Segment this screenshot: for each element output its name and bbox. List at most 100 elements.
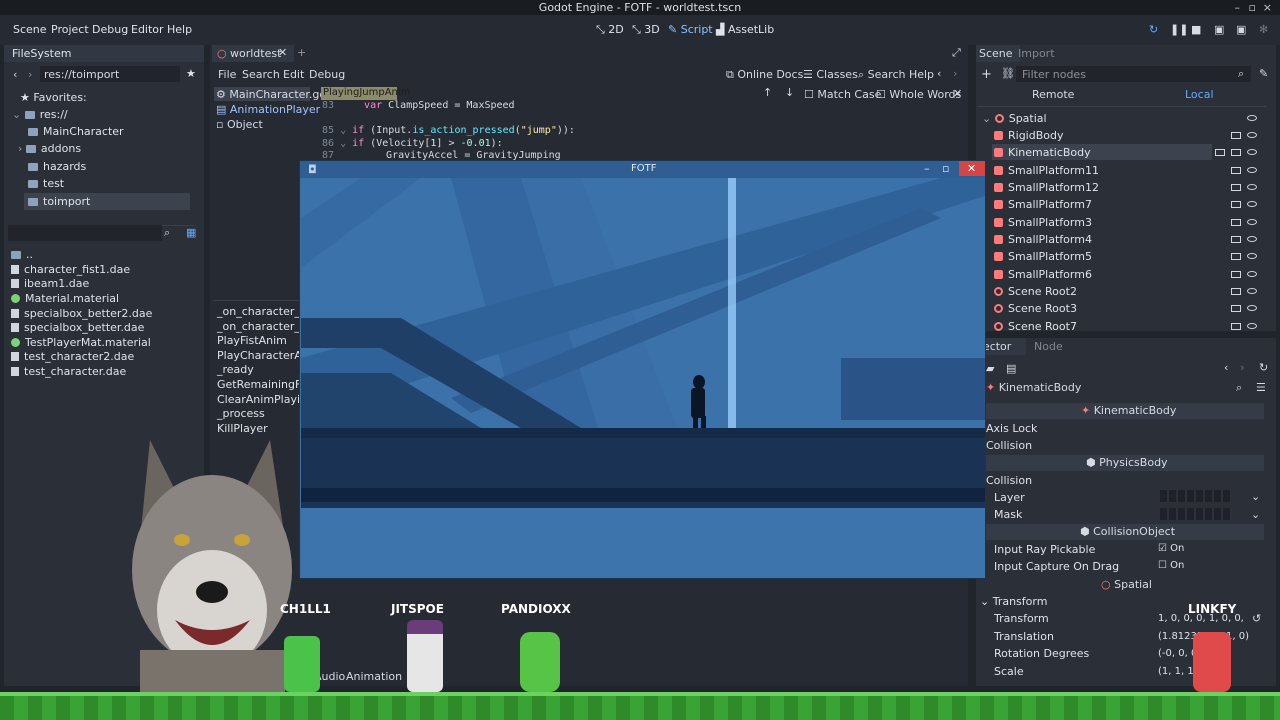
find-prev-icon[interactable]: ↑ xyxy=(763,86,772,99)
visibility-eye-icon[interactable] xyxy=(1247,149,1257,155)
tree-node[interactable]: SmallPlatform5 xyxy=(994,250,1092,263)
group-icon[interactable] xyxy=(1231,305,1241,312)
collision-group[interactable]: Collision xyxy=(986,439,1032,452)
tab-node[interactable]: Node xyxy=(1034,340,1063,353)
menu-debug[interactable]: Debug xyxy=(92,23,128,36)
group-icon[interactable] xyxy=(1231,132,1241,139)
favorites-item[interactable]: ★ Favorites: xyxy=(20,91,87,104)
workspace-2d-button[interactable]: ⤡ 2D xyxy=(596,23,624,37)
list-item[interactable]: character_fist1.dae xyxy=(11,263,130,276)
find-next-icon[interactable]: ↓ xyxy=(785,86,794,99)
search-input[interactable]: PlayingJumpAnim xyxy=(321,87,410,100)
favorite-star-icon[interactable]: ★ xyxy=(186,67,196,80)
forward-icon[interactable]: › xyxy=(28,68,32,81)
script-list-item[interactable]: ▫ Object xyxy=(216,118,263,131)
visibility-eye-icon[interactable] xyxy=(1247,184,1257,190)
script-menu-file[interactable]: File xyxy=(218,68,236,81)
group-icon[interactable] xyxy=(1215,149,1225,156)
next-script-icon[interactable]: › xyxy=(953,67,957,80)
minimize-icon[interactable]: – xyxy=(924,162,930,175)
group-icon[interactable] xyxy=(1231,219,1241,226)
pause-icon[interactable]: ❚❚ xyxy=(1170,23,1188,36)
add-node-icon[interactable]: + xyxy=(981,67,992,82)
search-icon[interactable]: ⌕ xyxy=(1236,381,1242,395)
close-tab-icon[interactable]: ✕ xyxy=(278,46,287,59)
list-item[interactable]: .. xyxy=(11,248,33,261)
match-case-checkbox[interactable]: ☐ Match Case xyxy=(804,88,881,101)
folder-item[interactable]: test xyxy=(28,177,64,190)
group-icon[interactable] xyxy=(1231,167,1241,174)
chevron-down-icon[interactable]: ⌄ xyxy=(1251,508,1260,521)
file-filter-input[interactable] xyxy=(8,225,162,241)
menu-editor[interactable]: Editor xyxy=(131,23,164,36)
close-window-icon[interactable]: × xyxy=(1263,0,1272,15)
list-item[interactable]: specialbox_better2.dae xyxy=(11,307,152,320)
group-icon[interactable] xyxy=(1231,323,1241,330)
axis-lock-group[interactable]: Axis Lock xyxy=(986,422,1037,435)
res-root-item[interactable]: ⌄ res:// xyxy=(12,108,68,121)
tree-node[interactable]: SmallPlatform12 xyxy=(994,181,1099,194)
tree-node[interactable]: Scene Root7 xyxy=(994,320,1077,333)
tree-node[interactable]: Scene Root2 xyxy=(994,285,1077,298)
tree-node[interactable]: SmallPlatform4 xyxy=(994,233,1092,246)
group-icon[interactable] xyxy=(1231,236,1241,243)
script-menu-edit[interactable]: Edit xyxy=(283,68,304,81)
stop-icon[interactable]: ■ xyxy=(1191,23,1201,36)
list-item[interactable]: specialbox_better.dae xyxy=(11,321,144,334)
folder-item[interactable]: hazards xyxy=(28,160,86,173)
remote-button[interactable]: Remote xyxy=(1032,88,1074,101)
open-resource-icon[interactable]: ▰ xyxy=(986,362,994,375)
visibility-eye-icon[interactable] xyxy=(1247,201,1257,207)
workspace-script-button[interactable]: ✎ Script xyxy=(668,23,713,36)
capture-drag-checkbox[interactable]: ☐ On xyxy=(1158,560,1184,571)
list-item[interactable]: Material.material xyxy=(11,292,119,305)
list-item[interactable]: test_character2.dae xyxy=(11,350,134,363)
grid-view-icon[interactable]: ▦ xyxy=(186,226,196,239)
script-list-item[interactable]: ▤ AnimationPlayer xyxy=(216,103,320,116)
minimize-icon[interactable]: – xyxy=(1235,0,1241,15)
tree-node[interactable]: SmallPlatform3 xyxy=(994,216,1092,229)
list-item[interactable]: ibeam1.dae xyxy=(11,277,89,290)
play-scene-icon[interactable]: ▣ xyxy=(1214,23,1224,36)
group-icon[interactable] xyxy=(1231,271,1241,278)
list-item[interactable]: test_character.dae xyxy=(11,365,126,378)
settings-sliders-icon[interactable]: ☰ xyxy=(1256,381,1266,394)
close-button[interactable]: ✕ xyxy=(959,161,985,176)
visibility-eye-icon[interactable] xyxy=(1247,115,1257,121)
whole-words-checkbox[interactable]: ☐ Whole Words xyxy=(876,88,961,101)
folder-item-selected[interactable]: toimport xyxy=(28,195,90,208)
visibility-eye-icon[interactable] xyxy=(1247,323,1257,329)
chevron-down-icon[interactable]: ⌄ xyxy=(1251,490,1260,503)
folder-item[interactable]: MainCharacter xyxy=(28,125,124,138)
folder-item[interactable]: › addons xyxy=(18,142,81,155)
method-list-item[interactable]: PlayFistAnim xyxy=(217,334,287,347)
script-menu-search[interactable]: Search xyxy=(242,68,280,81)
collision-group[interactable]: Collision xyxy=(986,474,1032,487)
visibility-eye-icon[interactable] xyxy=(1247,219,1257,225)
script-attach-icon[interactable]: ✎ xyxy=(1259,67,1268,80)
group-icon[interactable] xyxy=(1231,288,1241,295)
game-window[interactable]: ◘ FOTF – ▫ ✕ xyxy=(299,160,986,579)
visibility-eye-icon[interactable] xyxy=(1247,167,1257,173)
workspace-3d-button[interactable]: ⤡ 3D xyxy=(632,23,660,37)
visibility-eye-icon[interactable] xyxy=(1247,132,1257,138)
menu-scene[interactable]: Scene xyxy=(13,23,47,36)
menu-project[interactable]: Project xyxy=(51,23,89,36)
online-docs-link[interactable]: ⧉ Online Docs xyxy=(726,68,803,82)
path-field[interactable]: res://toimport xyxy=(44,68,119,81)
local-button[interactable]: Local xyxy=(1185,88,1214,101)
save-resource-icon[interactable]: ▤ xyxy=(1006,362,1016,375)
reset-icon[interactable]: ↺ xyxy=(1252,612,1261,625)
visibility-eye-icon[interactable] xyxy=(1247,288,1257,294)
visibility-eye-icon[interactable] xyxy=(1247,236,1257,242)
ray-pickable-checkbox[interactable]: ☑ On xyxy=(1158,543,1184,554)
search-help-link[interactable]: ⌕ Search Help xyxy=(858,68,934,82)
tree-node[interactable]: SmallPlatform7 xyxy=(994,198,1092,211)
filter-nodes-input[interactable]: Filter nodes ⌕ xyxy=(1016,66,1251,82)
tree-node[interactable]: SmallPlatform6 xyxy=(994,268,1092,281)
search-icon[interactable]: ⌕ xyxy=(164,226,170,240)
visibility-eye-icon[interactable] xyxy=(1247,271,1257,277)
maximize-icon[interactable]: ▫ xyxy=(942,162,949,175)
classes-link[interactable]: ☰ Classes xyxy=(803,68,858,81)
back-icon[interactable]: ‹ xyxy=(13,68,17,81)
